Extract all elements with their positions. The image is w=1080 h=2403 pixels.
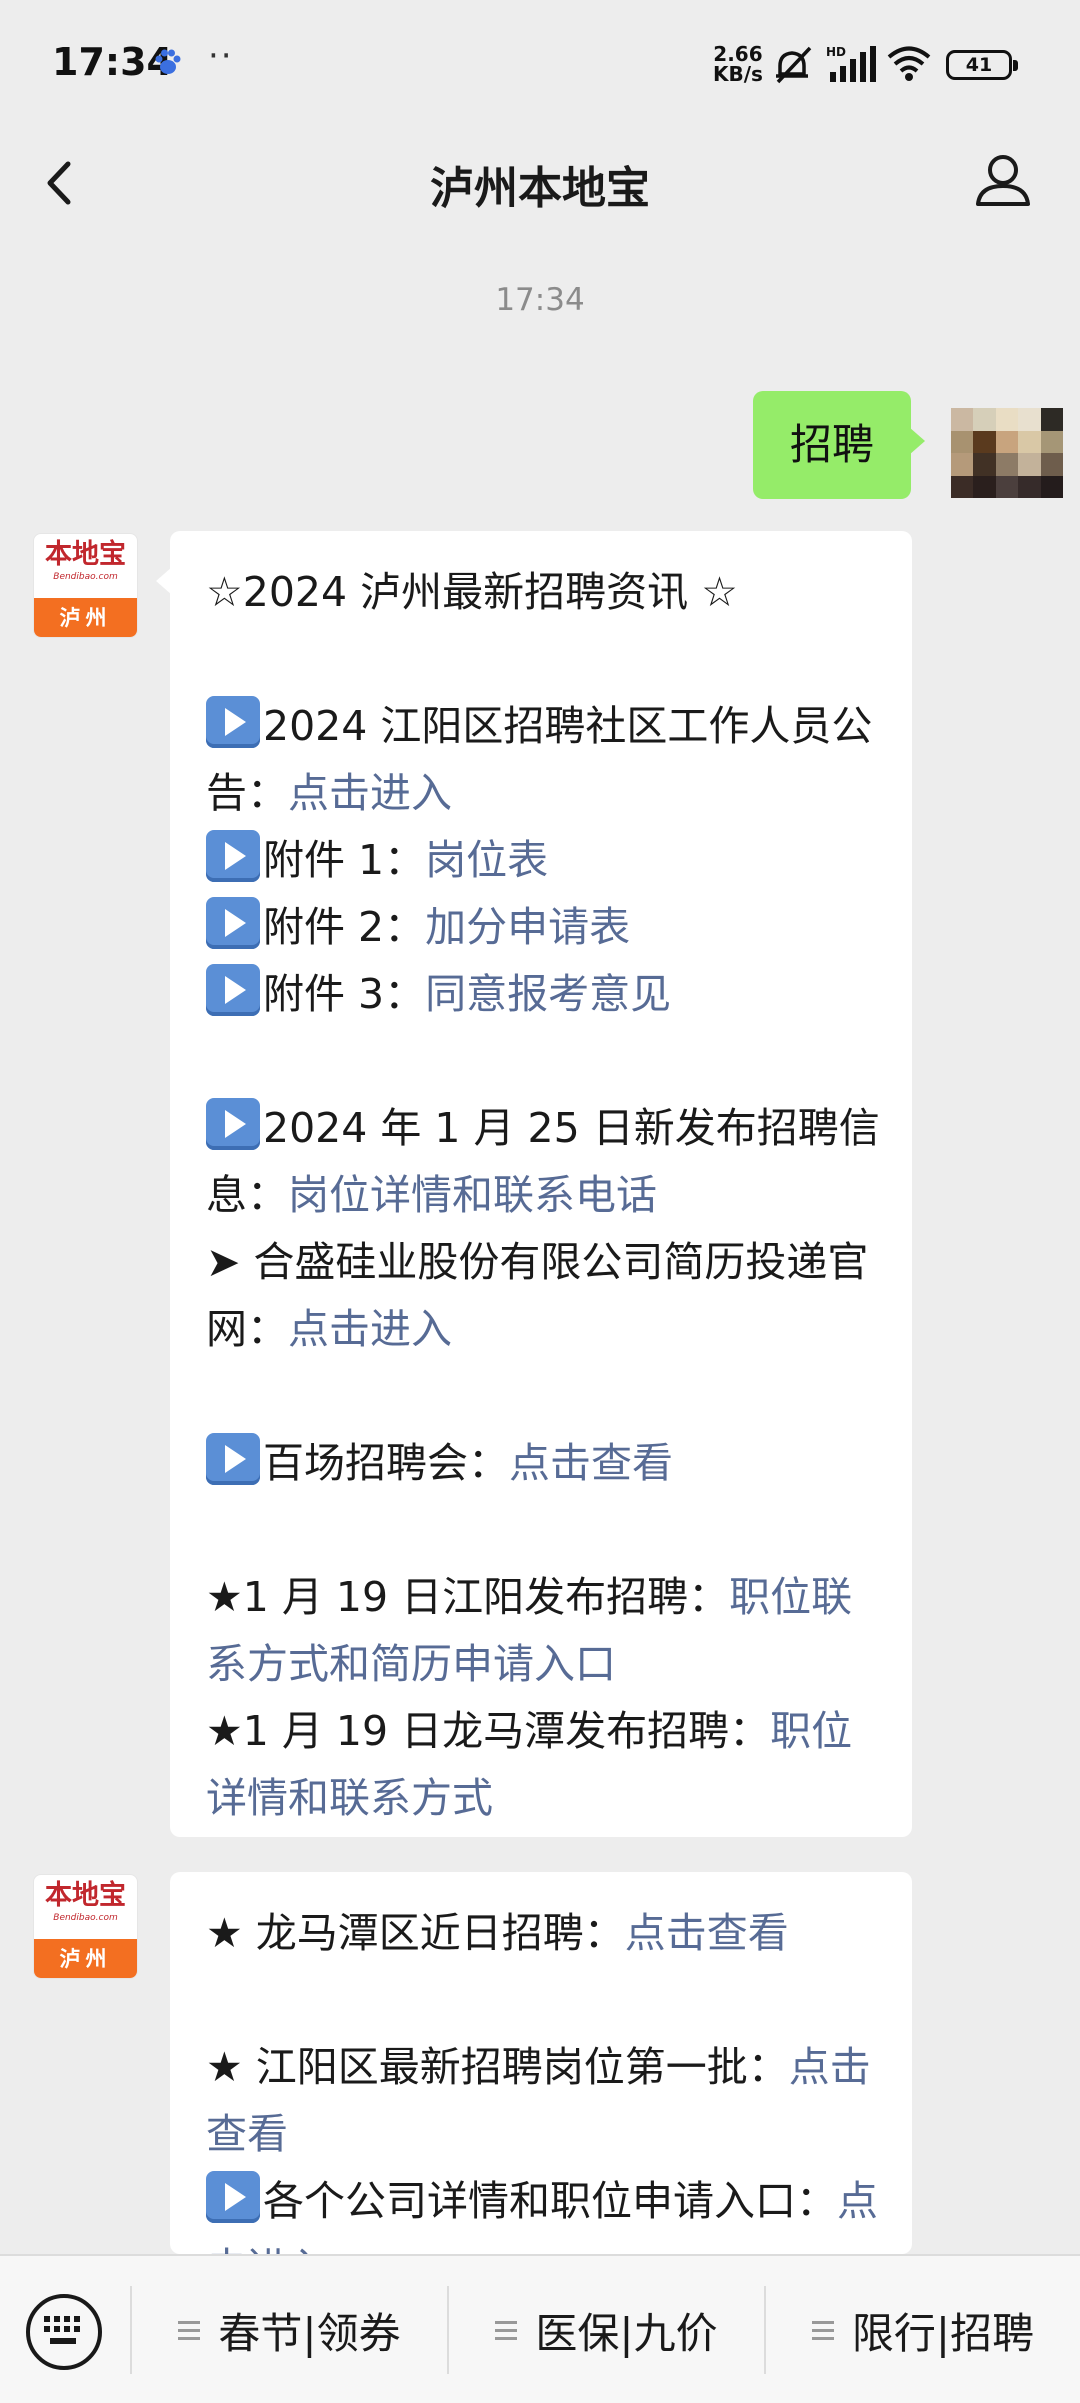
menu-item-medical-insurance[interactable]: 医保|九价 (449, 2256, 764, 2403)
message-timestamp: 17:34 (495, 282, 585, 318)
menu-list-icon (811, 2316, 834, 2345)
list-item: 2024 江阳区招聘社区工作人员公告：点击进入 (206, 693, 880, 827)
status-bar: 17:34 ·· 2.66 KB/s HD 41 (0, 0, 1080, 130)
list-item: ★1 月 19 日江阳发布招聘：职位联系方式和简历申请入口 (206, 1573, 853, 1688)
profile-icon[interactable] (972, 146, 1034, 216)
user-avatar[interactable] (951, 408, 1063, 498)
list-item: 附件 3：同意报考意见 (206, 961, 880, 1028)
bottom-menu-bar: 春节|领券 医保|九价 限行|招聘 (0, 2254, 1080, 2403)
keyboard-icon (44, 2316, 80, 2344)
message-title: ☆2024 泸州最新招聘资讯 ☆ (206, 568, 738, 616)
link-click-view[interactable]: 点击查看 (625, 1909, 789, 1957)
menu-item-spring-festival[interactable]: 春节|领券 (132, 2256, 447, 2403)
link-click-view[interactable]: 点击查看 (509, 1439, 673, 1487)
link-click-enter[interactable]: 点击进入 (288, 769, 452, 817)
link-job-table[interactable]: 岗位表 (425, 836, 548, 884)
link-consent-form[interactable]: 同意报考意见 (425, 970, 671, 1018)
sent-message-bubble[interactable]: 招聘 (753, 391, 925, 499)
list-item: ★1 月 19 日龙马潭发布招聘：职位详情和联系方式 (206, 1707, 853, 1822)
avatar-logo-domain: Bendibao.com (53, 572, 118, 582)
cellular-signal-icon: HD (826, 45, 876, 82)
menu-list-icon (178, 2316, 201, 2345)
bendibao-avatar[interactable]: 本地宝 Bendibao.com 泸州 (33, 1874, 138, 1979)
list-item: 各个公司详情和职位申请入口：点击进入 (206, 2168, 880, 2254)
link-job-details[interactable]: 岗位详情和联系电话 (288, 1171, 657, 1219)
menu-list-icon (495, 2316, 518, 2345)
network-speed-unit: KB/s (713, 62, 763, 86)
play-icon (206, 2171, 260, 2223)
list-item: ★ 龙马潭区近日招聘：点击查看 (206, 1909, 789, 1957)
network-speed-value: 2.66 (713, 42, 763, 66)
list-item: 百场招聘会：点击查看 (206, 1430, 880, 1497)
baidu-paw-icon (155, 49, 181, 74)
link-bonus-form[interactable]: 加分申请表 (425, 903, 630, 951)
play-icon (206, 696, 260, 748)
battery-indicator: 41 (946, 50, 1018, 80)
received-message-bubble: ★ 龙马潭区近日招聘：点击查看 ★ 江阳区最新招聘岗位第一批：点击查看 各个公司… (170, 1872, 912, 2254)
svg-text:HD: HD (826, 45, 846, 59)
list-item: ★ 江阳区最新招聘岗位第一批：点击查看 (206, 2043, 871, 2158)
avatar-logo-text: 本地宝 (45, 1880, 126, 1911)
mute-icon (776, 46, 812, 84)
wifi-icon (887, 46, 931, 81)
list-item: 附件 2：加分申请表 (206, 894, 880, 961)
link-click-enter[interactable]: 点击进入 (288, 1305, 452, 1353)
menu-item-traffic-jobs[interactable]: 限行|招聘 (766, 2256, 1080, 2403)
chat-header: 泸州本地宝 (0, 130, 1080, 236)
play-icon (206, 1433, 260, 1485)
play-icon (206, 1098, 260, 1150)
list-item: 2024 年 1 月 25 日新发布招聘信息：岗位详情和联系电话 (206, 1095, 880, 1229)
list-item: 附件 1：岗位表 (206, 827, 880, 894)
play-icon (206, 964, 260, 1016)
avatar-city-label: 泸州 (34, 598, 137, 637)
play-icon (206, 830, 260, 882)
network-speed: 2.66 KB/s (713, 44, 763, 84)
list-item: ➤ 合盛硅业股份有限公司简历投递官网：点击进入 (206, 1238, 869, 1353)
received-message-bubble: ☆2024 泸州最新招聘资讯 ☆ 2024 江阳区招聘社区工作人员公告：点击进入… (156, 531, 912, 1837)
chat-title: 泸州本地宝 (430, 163, 650, 214)
bendibao-avatar[interactable]: 本地宝 Bendibao.com 泸州 (33, 533, 138, 638)
avatar-city-label: 泸州 (34, 1939, 137, 1978)
avatar-logo-text: 本地宝 (45, 539, 126, 570)
status-more-dots: ·· (208, 36, 234, 76)
avatar-logo-domain: Bendibao.com (53, 1913, 118, 1923)
play-icon (206, 897, 260, 949)
keyboard-toggle-button[interactable] (26, 2294, 102, 2370)
